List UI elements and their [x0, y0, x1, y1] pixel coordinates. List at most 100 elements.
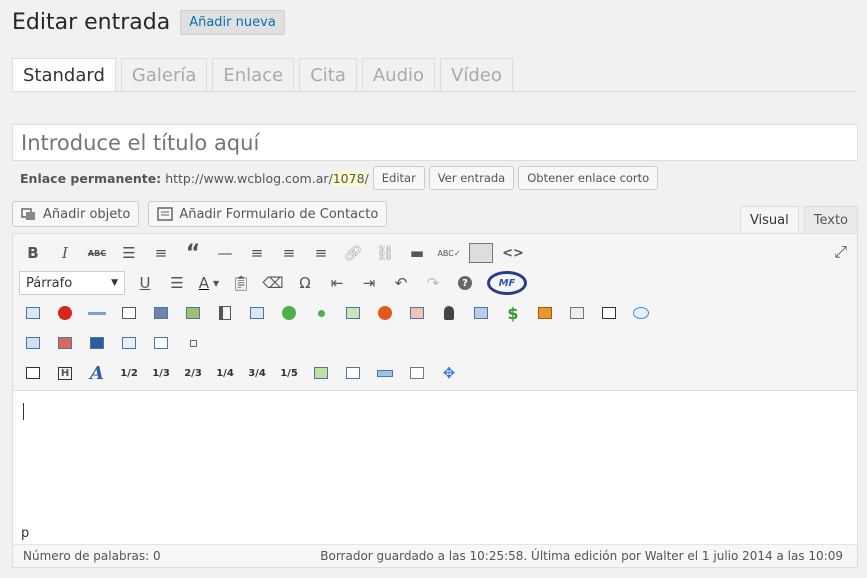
numbered-list-icon[interactable]: ≡	[145, 239, 177, 267]
dollar-icon[interactable]: $	[497, 299, 529, 327]
toolbar-toggle-icon[interactable]	[465, 239, 497, 267]
form-icon	[157, 207, 174, 221]
tab-standard[interactable]: Standard	[12, 58, 116, 91]
frame-icon[interactable]	[401, 359, 433, 387]
chevron-down-icon: ▼	[111, 278, 118, 288]
column-2-3-icon[interactable]: 2/3	[177, 359, 209, 387]
word-count: Número de palabras: 0	[23, 549, 161, 563]
column-1-4-icon[interactable]: 1/4	[209, 359, 241, 387]
text-box-icon[interactable]	[337, 359, 369, 387]
autosave-status: Borrador guardado a las 10:25:58. Última…	[320, 549, 843, 563]
unlink-icon[interactable]: ⛓︎	[369, 239, 401, 267]
form-table-icon[interactable]	[145, 329, 177, 357]
card-icon[interactable]	[465, 299, 497, 327]
briefcase-icon[interactable]	[529, 299, 561, 327]
toolbar-row-2: Párrafo ▼ U ☰ A ▼ 📋︎ ⌫ Ω ⇤ ⇥ ↶ ↷ ? MF	[17, 268, 527, 298]
text-caret	[23, 403, 24, 420]
editor-content-area[interactable]	[13, 391, 857, 523]
divider-icon[interactable]	[81, 299, 113, 327]
bulleted-list-icon[interactable]: ☰	[113, 239, 145, 267]
add-contact-form-button[interactable]: Añadir Formulario de Contacto	[148, 201, 388, 227]
edit-permalink-button[interactable]: Editar	[372, 166, 425, 190]
help-icon[interactable]: ?	[449, 269, 481, 297]
button-icon[interactable]	[369, 359, 401, 387]
tab-link[interactable]: Enlace	[212, 58, 295, 91]
view-post-button[interactable]: Ver entrada	[428, 166, 515, 190]
add-new-button[interactable]: Añadir nueva	[180, 10, 285, 35]
post-format-tabs: Standard Galería Enlace Cita Audio Vídeo	[12, 58, 518, 91]
read-more-icon[interactable]: ▬	[401, 239, 433, 267]
text-color-icon[interactable]: A ▼	[193, 269, 225, 297]
tab-video[interactable]: Vídeo	[440, 58, 513, 91]
speech-bubble-icon[interactable]	[625, 299, 657, 327]
italic-icon[interactable]: I	[49, 239, 81, 267]
blockquote-icon[interactable]: “	[177, 239, 209, 267]
window-icon[interactable]	[337, 299, 369, 327]
underline-icon[interactable]: U	[129, 269, 161, 297]
align-right-icon[interactable]: ≡	[305, 239, 337, 267]
code-icon[interactable]: <>	[497, 239, 529, 267]
indent-icon[interactable]: ⇥	[353, 269, 385, 297]
small-grid-icon[interactable]	[177, 329, 209, 357]
redo-icon[interactable]: ↷	[417, 269, 449, 297]
alert-icon[interactable]	[49, 299, 81, 327]
gallery-icon[interactable]	[49, 329, 81, 357]
insert-link-icon[interactable]: 🔗︎	[337, 239, 369, 267]
special-character-icon[interactable]: Ω	[289, 269, 321, 297]
permalink-label: Enlace permanente:	[20, 170, 162, 186]
tab-gallery[interactable]: Galería	[120, 58, 208, 91]
justify-icon[interactable]: ☰	[161, 269, 193, 297]
tab-quote[interactable]: Cita	[299, 58, 357, 91]
move-icon[interactable]: ✥	[433, 359, 465, 387]
add-green-icon[interactable]	[273, 299, 305, 327]
add-media-button[interactable]: Añadir objeto	[12, 201, 140, 227]
tab-audio[interactable]: Audio	[361, 58, 436, 91]
checklist-icon[interactable]	[17, 359, 49, 387]
column-1-2-icon[interactable]: 1/2	[113, 359, 145, 387]
element-path: p	[13, 523, 857, 545]
editor-status-bar: Número de palabras: 0 Borrador guardado …	[13, 545, 857, 567]
toolbar-row-3: $	[17, 298, 657, 328]
strikethrough-icon[interactable]: ABC	[81, 239, 113, 267]
user-icon[interactable]	[433, 299, 465, 327]
document-icon[interactable]	[113, 299, 145, 327]
bold-icon[interactable]: B	[17, 239, 49, 267]
column-1-5-icon[interactable]: 1/5	[273, 359, 305, 387]
undo-icon[interactable]: ↶	[385, 269, 417, 297]
horizontal-line-icon[interactable]: —	[209, 239, 241, 267]
format-select[interactable]: Párrafo ▼	[19, 271, 125, 295]
get-shortlink-button[interactable]: Obtener enlace corto	[518, 166, 659, 190]
fullscreen-icon[interactable]: ⤢	[834, 242, 847, 262]
font-style-icon[interactable]: A	[81, 359, 113, 387]
column-1-3-icon[interactable]: 1/3	[145, 359, 177, 387]
columns-icon[interactable]	[209, 299, 241, 327]
media-icon	[21, 208, 35, 220]
window-red-icon[interactable]	[401, 299, 433, 327]
add-orange-icon[interactable]	[369, 299, 401, 327]
align-center-icon[interactable]: ≡	[273, 239, 305, 267]
box-icon[interactable]	[241, 299, 273, 327]
mf-plugin-icon[interactable]: MF	[487, 271, 527, 295]
spellcheck-icon[interactable]: ABC✓	[433, 239, 465, 267]
paste-text-icon[interactable]: 📋︎	[225, 269, 257, 297]
list-box-icon[interactable]	[593, 299, 625, 327]
tab-text[interactable]: Texto	[803, 206, 858, 233]
table-icon[interactable]	[17, 299, 49, 327]
outdent-icon[interactable]: ⇤	[321, 269, 353, 297]
permalink-slug[interactable]: 1078	[332, 170, 365, 186]
image-box-icon[interactable]	[305, 359, 337, 387]
column-3-4-icon[interactable]: 3/4	[241, 359, 273, 387]
comment-icon[interactable]	[81, 329, 113, 357]
article-icon[interactable]	[561, 299, 593, 327]
clear-formatting-icon[interactable]: ⌫	[257, 269, 289, 297]
heading-icon[interactable]: H	[49, 359, 81, 387]
tab-visual[interactable]: Visual	[739, 206, 799, 233]
copy-icon[interactable]	[17, 329, 49, 357]
slider-icon[interactable]	[145, 299, 177, 327]
image-edit-icon[interactable]	[177, 299, 209, 327]
align-left-icon[interactable]: ≡	[241, 239, 273, 267]
permalink-url-base: http://www.wcblog.com.ar/	[165, 170, 333, 186]
grid-icon[interactable]	[113, 329, 145, 357]
small-add-icon[interactable]	[305, 299, 337, 327]
post-title-input[interactable]	[12, 124, 858, 161]
